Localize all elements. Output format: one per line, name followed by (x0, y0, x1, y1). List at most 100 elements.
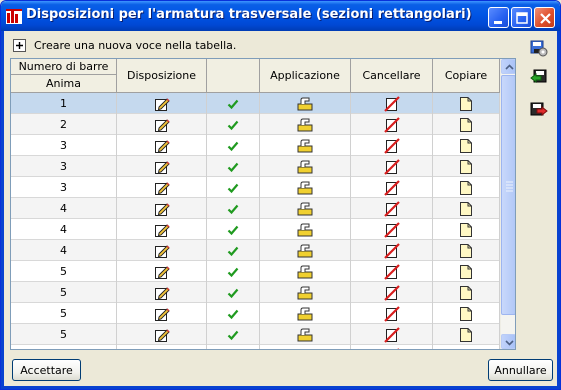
table-row[interactable]: 3 (11, 135, 500, 156)
copy-page-icon[interactable] (459, 285, 473, 301)
table-row[interactable]: 5 (11, 345, 500, 350)
disposizione-cell[interactable] (117, 324, 207, 345)
apply-hand-icon[interactable] (297, 181, 313, 195)
apply-hand-icon[interactable] (297, 97, 313, 111)
delete-red-slash-icon[interactable] (383, 242, 400, 259)
disposizione-cell[interactable] (117, 345, 207, 349)
cancellare-cell[interactable] (351, 345, 433, 349)
table-row[interactable]: 1 (11, 93, 500, 114)
cancellare-cell[interactable] (351, 177, 433, 198)
cancellare-cell[interactable] (351, 156, 433, 177)
cancellare-cell[interactable] (351, 114, 433, 135)
add-entry-link[interactable]: Creare una nuova voce nella tabella. (13, 38, 236, 52)
accept-button[interactable]: Accettare (12, 359, 81, 381)
apply-hand-icon[interactable] (297, 286, 313, 300)
table-row[interactable]: 4 (11, 240, 500, 261)
copy-page-icon[interactable] (459, 159, 473, 175)
apply-hand-icon[interactable] (297, 349, 313, 350)
pencil-edit-icon[interactable] (154, 180, 170, 196)
disposizione-cell[interactable] (117, 282, 207, 303)
delete-red-slash-icon[interactable] (383, 263, 400, 280)
copy-page-icon[interactable] (459, 180, 473, 196)
applicazione-cell[interactable] (260, 135, 351, 156)
header-cancellare[interactable]: Cancellare (351, 59, 433, 93)
copy-page-icon[interactable] (459, 327, 473, 343)
cancellare-cell[interactable] (351, 240, 433, 261)
header-disposizione[interactable]: Disposizione (117, 59, 207, 93)
applicazione-cell[interactable] (260, 219, 351, 240)
pencil-edit-icon[interactable] (154, 159, 170, 175)
scroll-thumb[interactable] (501, 75, 515, 315)
pencil-edit-icon[interactable] (154, 138, 170, 154)
pencil-edit-icon[interactable] (154, 306, 170, 322)
minimize-button[interactable] (488, 7, 509, 28)
export-disk-icon[interactable] (530, 101, 548, 119)
applicazione-cell[interactable] (260, 177, 351, 198)
delete-red-slash-icon[interactable] (383, 305, 400, 322)
delete-red-slash-icon[interactable] (384, 347, 400, 349)
apply-hand-icon[interactable] (297, 223, 313, 237)
table-row[interactable]: 5 (11, 303, 500, 324)
disposizione-cell[interactable] (117, 93, 207, 114)
delete-red-slash-icon[interactable] (383, 179, 400, 196)
pencil-edit-icon[interactable] (154, 285, 170, 301)
scroll-down-button[interactable] (501, 334, 515, 349)
header-numero-barre[interactable]: Numero di barre Anima (11, 59, 117, 93)
copy-page-icon[interactable] (459, 222, 473, 238)
copy-page-icon[interactable] (459, 306, 473, 322)
table-row[interactable]: 3 (11, 156, 500, 177)
cancellare-cell[interactable] (351, 219, 433, 240)
applicazione-cell[interactable] (260, 240, 351, 261)
applicazione-cell[interactable] (260, 261, 351, 282)
applicazione-cell[interactable] (260, 156, 351, 177)
header-check[interactable] (207, 59, 260, 93)
apply-hand-icon[interactable] (297, 202, 313, 216)
cancellare-cell[interactable] (351, 261, 433, 282)
copiare-cell[interactable] (433, 135, 500, 156)
applicazione-cell[interactable] (260, 114, 351, 135)
copiare-cell[interactable] (433, 156, 500, 177)
table-row[interactable]: 5 (11, 261, 500, 282)
table-row[interactable]: 5 (11, 282, 500, 303)
disposizione-cell[interactable] (117, 219, 207, 240)
apply-hand-icon[interactable] (297, 328, 313, 342)
import-disk-icon[interactable] (530, 68, 548, 86)
pencil-edit-icon[interactable] (154, 96, 170, 112)
cancellare-cell[interactable] (351, 93, 433, 114)
cancellare-cell[interactable] (351, 324, 433, 345)
applicazione-cell[interactable] (260, 282, 351, 303)
copy-page-icon[interactable] (459, 96, 473, 112)
copy-page-icon[interactable] (459, 348, 473, 349)
cancellare-cell[interactable] (351, 303, 433, 324)
delete-red-slash-icon[interactable] (383, 284, 400, 301)
disposizione-cell[interactable] (117, 114, 207, 135)
apply-hand-icon[interactable] (297, 160, 313, 174)
delete-red-slash-icon[interactable] (383, 158, 400, 175)
header-applicazione[interactable]: Applicazione (260, 59, 351, 93)
pencil-edit-icon[interactable] (154, 201, 170, 217)
config-disk-icon[interactable] (530, 39, 548, 57)
copiare-cell[interactable] (433, 198, 500, 219)
copiare-cell[interactable] (433, 303, 500, 324)
copy-page-icon[interactable] (459, 138, 473, 154)
table-row[interactable]: 4 (11, 219, 500, 240)
pencil-edit-icon[interactable] (154, 327, 170, 343)
applicazione-cell[interactable] (260, 303, 351, 324)
header-copiare[interactable]: Copiare (433, 59, 500, 93)
delete-red-slash-icon[interactable] (383, 221, 400, 238)
copy-page-icon[interactable] (459, 201, 473, 217)
applicazione-cell[interactable] (260, 324, 351, 345)
vertical-scrollbar[interactable] (500, 59, 515, 349)
copy-page-icon[interactable] (459, 117, 473, 133)
title-bar[interactable]: Disposizioni per l'armatura trasversale … (1, 1, 560, 31)
pencil-edit-icon[interactable] (154, 243, 170, 259)
apply-hand-icon[interactable] (297, 118, 313, 132)
table-row[interactable]: 2 (11, 114, 500, 135)
disposizione-cell[interactable] (117, 261, 207, 282)
delete-red-slash-icon[interactable] (383, 326, 400, 343)
apply-hand-icon[interactable] (297, 244, 313, 258)
disposizione-cell[interactable] (117, 177, 207, 198)
delete-red-slash-icon[interactable] (383, 95, 400, 112)
close-button[interactable] (534, 7, 555, 28)
pencil-edit-icon[interactable] (154, 264, 170, 280)
